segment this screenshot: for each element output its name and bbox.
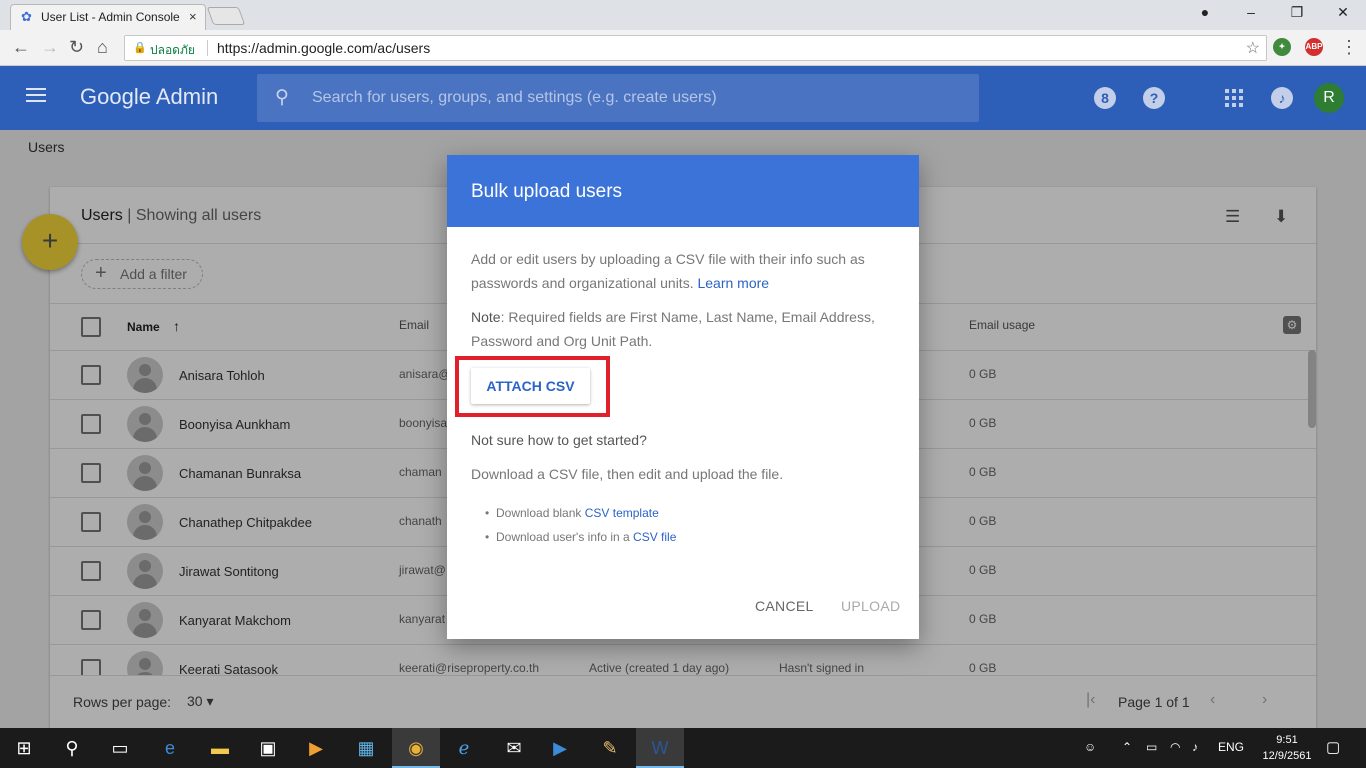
forward-icon[interactable]: → bbox=[41, 37, 59, 58]
address-bar[interactable]: 🔒 ปลอดภัย https://admin.google.com/ac/us… bbox=[124, 35, 1267, 61]
description-text: Add or edit users by uploading a CSV fil… bbox=[471, 251, 865, 291]
battery-icon[interactable]: ▭ bbox=[1146, 740, 1157, 754]
extension-icon[interactable]: ✦ bbox=[1273, 38, 1291, 56]
dialog-description: Add or edit users by uploading a CSV fil… bbox=[471, 247, 895, 295]
profile-icon[interactable]: ● bbox=[1182, 4, 1228, 20]
play-icon[interactable]: ▶ bbox=[536, 728, 584, 768]
note-text: : Required fields are First Name, Last N… bbox=[471, 309, 875, 349]
clock-time: 9:51 bbox=[1276, 734, 1298, 746]
control-panel-icon[interactable]: ▦ bbox=[342, 728, 390, 768]
search-icon[interactable]: ⚲ bbox=[48, 728, 96, 768]
apps-grid-icon[interactable] bbox=[1225, 89, 1243, 107]
list-item-text: Download blank bbox=[496, 506, 585, 520]
cancel-button[interactable]: CANCEL bbox=[755, 598, 814, 614]
bulk-upload-dialog: Bulk upload users Add or edit users by u… bbox=[447, 155, 919, 639]
browser-tab[interactable]: ✿ User List - Admin Console × bbox=[10, 4, 206, 30]
search-icon: ⚲ bbox=[275, 87, 289, 108]
internet-explorer-icon[interactable]: ℯ bbox=[440, 728, 488, 768]
dialog-question: Not sure how to get started? bbox=[471, 432, 647, 448]
file-explorer-icon[interactable]: ▬ bbox=[196, 728, 244, 768]
browser-toolbar: ← → ↻ ⌂ 🔒 ปลอดภัย https://admin.google.c… bbox=[0, 30, 1366, 66]
paint-icon[interactable]: ✎ bbox=[586, 728, 634, 768]
admin-header: Google Admin ⚲ 8 ? ♪ R bbox=[0, 66, 1366, 130]
csv-template-link[interactable]: CSV template bbox=[585, 506, 659, 520]
dialog-header: Bulk upload users bbox=[447, 155, 919, 227]
show-hidden-icons-chevron-icon[interactable]: ⌃ bbox=[1122, 740, 1132, 754]
back-icon[interactable]: ← bbox=[12, 37, 30, 58]
note-label: Note bbox=[471, 309, 501, 325]
wifi-icon[interactable]: ◠ bbox=[1170, 740, 1180, 754]
secure-label: ปลอดภัย bbox=[150, 43, 195, 57]
search-bar[interactable]: ⚲ bbox=[257, 74, 979, 122]
divider bbox=[207, 40, 208, 56]
windows-start-icon[interactable]: ⊞ bbox=[0, 728, 48, 768]
account-avatar[interactable]: R bbox=[1314, 83, 1344, 113]
download-links-list: Download blank CSV template Download use… bbox=[485, 503, 676, 551]
store-icon[interactable]: ▣ bbox=[244, 728, 292, 768]
dialog-note: Note: Required fields are First Name, La… bbox=[471, 305, 895, 353]
dialog-instruction: Download a CSV file, then edit and uploa… bbox=[471, 466, 784, 482]
reload-icon[interactable]: ↻ bbox=[69, 37, 84, 58]
search-input[interactable] bbox=[312, 84, 962, 112]
list-item: Download blank CSV template bbox=[485, 503, 676, 527]
admin-badge-icon[interactable]: 8 bbox=[1094, 87, 1116, 109]
dialog-title: Bulk upload users bbox=[471, 181, 623, 202]
clock-date: 12/9/2561 bbox=[1262, 750, 1312, 762]
task-view-icon[interactable]: ▭ bbox=[96, 728, 144, 768]
tab-close-icon[interactable]: × bbox=[189, 9, 197, 24]
list-item: Download user's info in a CSV file bbox=[485, 527, 676, 551]
new-tab-button[interactable] bbox=[206, 7, 246, 25]
bookmark-star-icon[interactable]: ☆ bbox=[1246, 38, 1260, 58]
notifications-bell-icon[interactable]: ♪ bbox=[1271, 87, 1293, 109]
volume-muted-icon[interactable]: ♪ bbox=[1192, 740, 1198, 754]
upload-button[interactable]: UPLOAD bbox=[841, 598, 900, 614]
url-text[interactable]: https://admin.google.com/ac/users bbox=[217, 40, 430, 56]
help-icon[interactable]: ? bbox=[1143, 87, 1165, 109]
action-center-icon[interactable]: ▢ bbox=[1326, 738, 1340, 756]
tab-title: User List - Admin Console bbox=[41, 10, 180, 24]
window-close-button[interactable]: ✕ bbox=[1320, 4, 1366, 21]
mail-icon[interactable]: ✉ bbox=[490, 728, 538, 768]
browser-menu-icon[interactable]: ⋮ bbox=[1340, 37, 1358, 58]
lock-icon: 🔒 bbox=[133, 42, 147, 54]
csv-file-link[interactable]: CSV file bbox=[633, 530, 676, 544]
home-icon[interactable]: ⌂ bbox=[97, 37, 108, 58]
restore-button[interactable]: ❐ bbox=[1274, 4, 1320, 21]
admin-favicon-icon: ✿ bbox=[21, 9, 32, 24]
system-clock[interactable]: 9:51 12/9/2561 bbox=[1262, 732, 1312, 764]
windows-taskbar: ⊞ ⚲ ▭ e ▬ ▣ ▶ ▦ ◉ ℯ ✉ ▶ ✎ W ☺ ⌃ ▭ ◠ ♪ EN… bbox=[0, 728, 1366, 768]
brand-logo[interactable]: Google Admin bbox=[80, 84, 218, 110]
media-player-icon[interactable]: ▶ bbox=[292, 728, 340, 768]
edge-icon[interactable]: e bbox=[146, 728, 194, 768]
word-icon[interactable]: W bbox=[636, 728, 684, 768]
chrome-icon[interactable]: ◉ bbox=[392, 728, 440, 768]
adblock-icon[interactable]: ABP bbox=[1305, 38, 1323, 56]
people-icon[interactable]: ☺ bbox=[1084, 740, 1096, 754]
list-item-text: Download user's info in a bbox=[496, 530, 634, 544]
browser-tab-strip: ✿ User List - Admin Console × ● – ❐ ✕ bbox=[0, 0, 1366, 30]
input-language[interactable]: ENG bbox=[1218, 740, 1244, 754]
learn-more-link[interactable]: Learn more bbox=[697, 275, 769, 291]
attach-csv-button[interactable]: ATTACH CSV bbox=[471, 368, 590, 404]
minimize-button[interactable]: – bbox=[1228, 4, 1274, 20]
hamburger-menu-icon[interactable] bbox=[26, 88, 46, 102]
